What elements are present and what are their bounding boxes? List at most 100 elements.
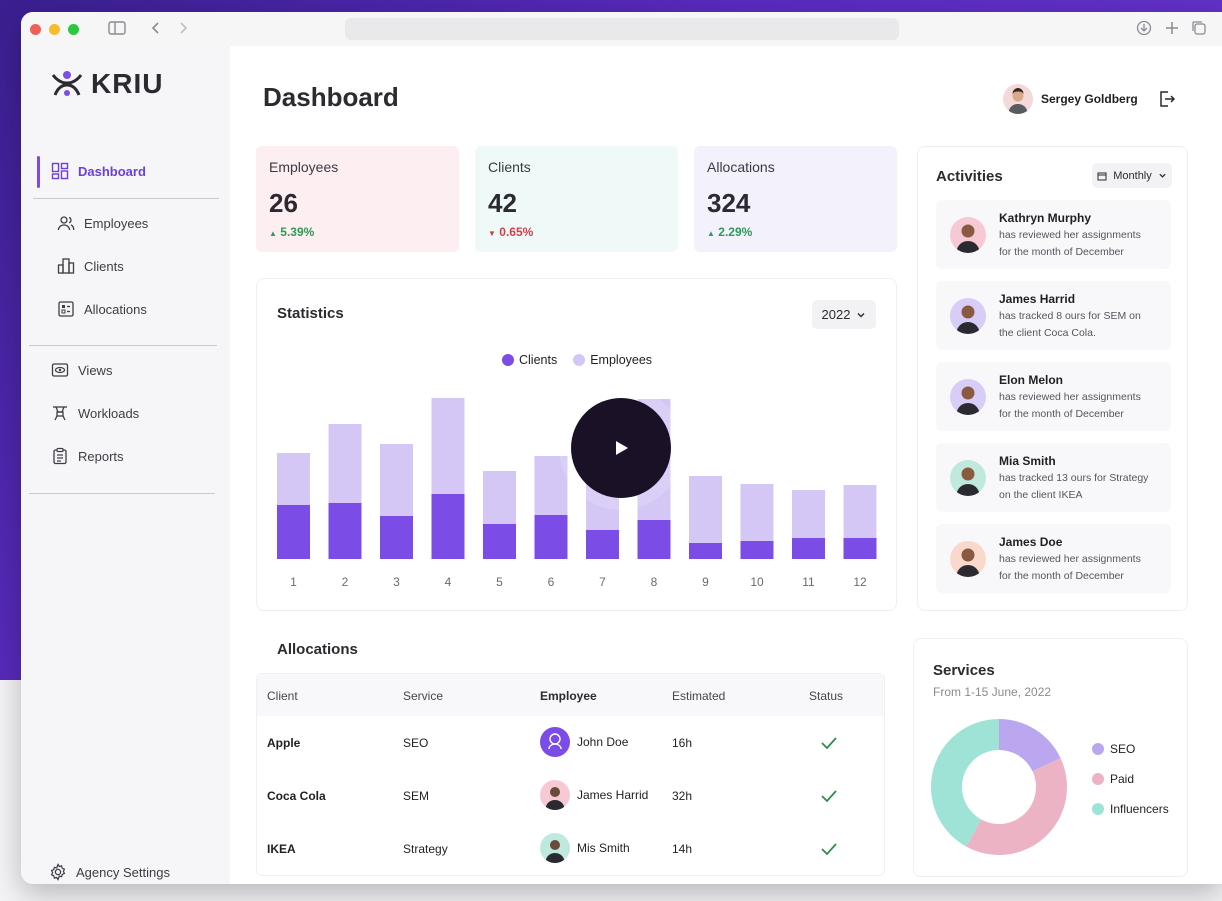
column-header-status[interactable]: Status: [809, 689, 843, 703]
download-icon[interactable]: [1136, 20, 1152, 36]
nav-divider: [29, 493, 215, 494]
sidebar-item-label: Reports: [78, 448, 124, 464]
period-select[interactable]: Monthly: [1092, 163, 1172, 188]
bar-employees-6[interactable]: [534, 456, 568, 515]
sidebar-item-employees[interactable]: Employees: [57, 214, 148, 232]
activity-name: Mia Smith: [999, 454, 1056, 468]
bar-employees-9[interactable]: [689, 476, 722, 543]
bar-employees-12[interactable]: [843, 485, 877, 538]
sidebar-item-label: Allocations: [84, 301, 147, 317]
bar-clients-1[interactable]: [277, 505, 310, 559]
column-header-service[interactable]: Service: [403, 689, 443, 703]
bar-clients-8[interactable]: [637, 520, 671, 559]
forward-arrow-icon[interactable]: [177, 20, 189, 36]
stat-card-allocations[interactable]: Allocations 324 ▲ 2.29%: [694, 146, 897, 252]
stat-card-employees[interactable]: Employees 26 ▲ 5.39%: [256, 146, 459, 252]
services-legend: SEO Paid Influencers: [1092, 742, 1169, 832]
statistics-bar-chart: 1 2 3 4 5 6 7 8 9 10 11 12: [277, 398, 877, 589]
activity-item[interactable]: Kathryn Murphy has reviewed her assignmen…: [936, 200, 1171, 269]
close-window-button[interactable]: [30, 23, 41, 35]
activity-name: James Harrid: [999, 292, 1076, 306]
logout-icon[interactable]: [1158, 90, 1176, 108]
table-row[interactable]: Apple SEO John Doe 16h: [257, 716, 884, 769]
bar-clients-10[interactable]: [740, 541, 774, 559]
avatar: [950, 298, 986, 334]
allocations-table: Client Service Employee Estimated Status…: [256, 673, 885, 876]
column-header-employee[interactable]: Employee: [540, 689, 597, 703]
back-arrow-icon[interactable]: [150, 20, 162, 36]
url-bar[interactable]: [345, 18, 899, 40]
bar-employees-2[interactable]: [328, 424, 362, 503]
browser-titlebar: [21, 12, 1222, 46]
bar-employees-5[interactable]: [483, 471, 516, 524]
sidebar-item-workloads[interactable]: Workloads: [51, 404, 139, 422]
bar-clients-11[interactable]: [792, 538, 825, 559]
bar-employees-10[interactable]: [740, 484, 774, 541]
x-tick-label: 3: [393, 575, 400, 589]
minimize-window-button[interactable]: [49, 23, 60, 35]
chart-legend: Clients Employees: [502, 353, 652, 367]
bar-clients-7[interactable]: [586, 530, 619, 559]
x-tick-label: 10: [750, 575, 764, 589]
activity-item[interactable]: Mia Smith has tracked 13 ours for Strateg…: [936, 443, 1171, 512]
sidebar-item-clients[interactable]: Clients: [57, 257, 124, 275]
stat-card-clients[interactable]: Clients 42 ▼ 0.65%: [475, 146, 678, 252]
tabs-overview-icon[interactable]: [1191, 20, 1207, 36]
kriu-logo[interactable]: KRIU: [49, 68, 163, 100]
check-icon: [821, 790, 837, 803]
bar-clients-5[interactable]: [483, 524, 516, 559]
sidebar-item-dashboard[interactable]: Dashboard: [51, 162, 146, 180]
activities-panel: Activities Monthly Kathryn Murphy has rev…: [917, 146, 1188, 611]
sidebar-item-label: Employees: [84, 215, 149, 231]
employee-name: James Harrid: [577, 788, 649, 802]
chevron-down-icon: [1159, 173, 1166, 178]
activity-item[interactable]: James Harrid has tracked 8 ours for SEM o…: [936, 281, 1171, 350]
new-tab-icon[interactable]: [1164, 20, 1180, 36]
stat-change: ▼ 0.65%: [488, 225, 534, 239]
bar-clients-4[interactable]: [431, 494, 465, 559]
bar-employees-3[interactable]: [380, 444, 413, 516]
year-select[interactable]: 2022: [812, 300, 876, 329]
cell-client: Coca Cola: [267, 789, 326, 803]
x-tick-label: 2: [342, 575, 349, 589]
person-avatar-icon: [956, 467, 980, 496]
x-tick-label: 12: [853, 575, 867, 589]
column-header-estimated[interactable]: Estimated: [672, 689, 725, 703]
stat-label: Allocations: [707, 159, 775, 175]
nav-divider: [33, 198, 219, 199]
bar-clients-2[interactable]: [328, 503, 362, 559]
sidebar-toggle-icon[interactable]: [108, 20, 126, 36]
bar-employees-11[interactable]: [792, 490, 825, 538]
bar-employees-1[interactable]: [277, 453, 310, 505]
sidebar-item-views[interactable]: Views: [51, 361, 112, 379]
sidebar-item-allocations[interactable]: Allocations: [57, 300, 147, 318]
avatar: [950, 217, 986, 253]
play-video-button[interactable]: [571, 398, 671, 498]
activity-item[interactable]: Elon Melon has reviewed her assignments fo…: [936, 362, 1171, 431]
employee-name: John Doe: [577, 735, 629, 749]
bar-clients-6[interactable]: [534, 515, 568, 559]
sidebar-item-reports[interactable]: Reports: [51, 447, 124, 465]
user-profile[interactable]: Sergey Goldberg: [1003, 84, 1176, 114]
year-select-value: 2022: [821, 307, 851, 322]
page-title: Dashboard: [263, 82, 399, 112]
drone-icon: [53, 406, 67, 421]
donut-slice-paid[interactable]: [966, 758, 1067, 855]
legend-item-paid: Paid: [1092, 772, 1169, 786]
table-row[interactable]: IKEA Strategy Mis Smith 14h: [257, 822, 884, 875]
grid-icon: [51, 162, 69, 180]
agency-settings-link[interactable]: Agency Settings: [49, 863, 170, 881]
bar-clients-9[interactable]: [689, 543, 722, 559]
calendar-icon: [1097, 172, 1107, 180]
activity-name: Kathryn Murphy: [999, 211, 1092, 225]
bar-employees-4[interactable]: [431, 398, 465, 494]
bar-clients-3[interactable]: [380, 516, 413, 559]
clipboard-icon: [53, 447, 67, 465]
activity-item[interactable]: James Doe has reviewed her assignments for…: [936, 524, 1171, 593]
trend-down-icon: ▼: [488, 229, 496, 238]
avatar: [540, 833, 570, 863]
table-row[interactable]: Coca Cola SEM James Harrid 32h: [257, 769, 884, 822]
maximize-window-button[interactable]: [68, 23, 79, 35]
column-header-client[interactable]: Client: [267, 689, 298, 703]
bar-clients-12[interactable]: [843, 538, 877, 559]
